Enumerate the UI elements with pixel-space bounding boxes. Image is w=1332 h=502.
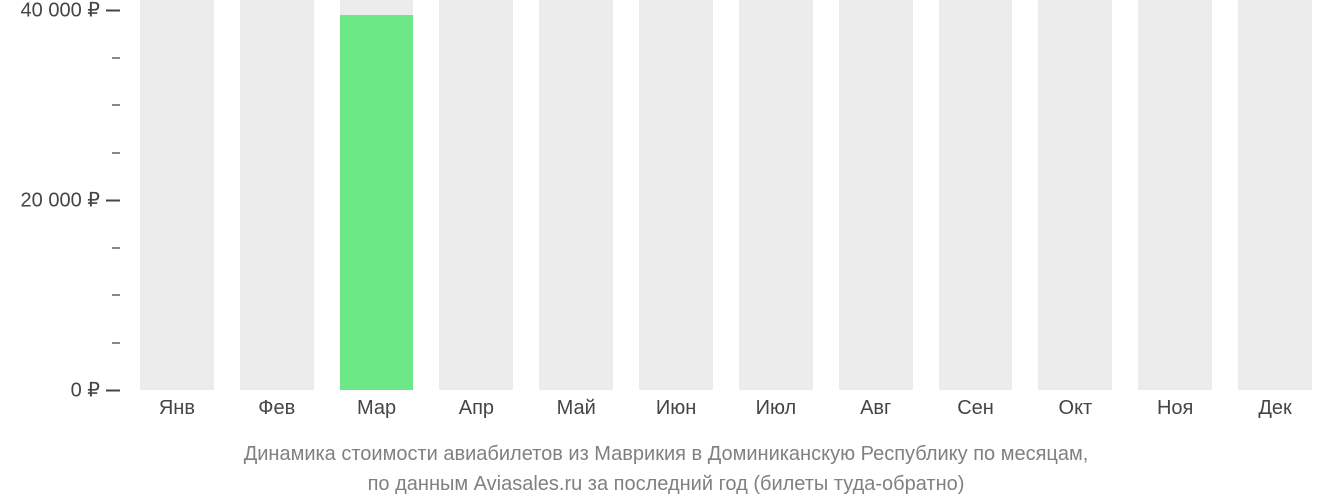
y-axis: 40 000 ₽ 20 000 ₽ 0 ₽ bbox=[0, 0, 130, 390]
plot-area bbox=[130, 0, 1322, 390]
y-tick-label: 20 000 ₽ bbox=[21, 188, 100, 213]
price-chart: 40 000 ₽ 20 000 ₽ 0 ₽ bbox=[0, 0, 1332, 502]
y-tick-minor bbox=[112, 342, 120, 344]
bar-bg bbox=[340, 0, 414, 390]
bar-slot-nov bbox=[1138, 0, 1212, 390]
bar-slot-jul bbox=[739, 0, 813, 390]
tick-mark-icon bbox=[106, 389, 120, 391]
x-label-nov: Ноя bbox=[1138, 397, 1212, 420]
bar-slot-sep bbox=[939, 0, 1013, 390]
bar-bg bbox=[739, 0, 813, 390]
y-tick-20000: 20 000 ₽ bbox=[21, 188, 120, 213]
y-tick-label: 0 ₽ bbox=[71, 378, 100, 403]
bar-slot-jun bbox=[639, 0, 713, 390]
tick-mark-icon bbox=[106, 9, 120, 11]
bar-bg bbox=[639, 0, 713, 390]
bar-bg bbox=[1238, 0, 1312, 390]
y-tick-label: 40 000 ₽ bbox=[21, 0, 100, 23]
bar-slot-oct bbox=[1038, 0, 1112, 390]
bar-bg bbox=[439, 0, 513, 390]
y-tick-minor bbox=[112, 152, 120, 154]
bar-slot-aug bbox=[839, 0, 913, 390]
chart-caption-line2: по данным Aviasales.ru за последний год … bbox=[0, 470, 1332, 499]
bar-bg bbox=[1138, 0, 1212, 390]
x-label-may: Май bbox=[539, 397, 613, 420]
tick-mark-icon bbox=[106, 199, 120, 201]
bar-value-mar bbox=[340, 15, 414, 390]
bar-bg bbox=[539, 0, 613, 390]
bar-slot-jan bbox=[140, 0, 214, 390]
bar-slot-feb bbox=[240, 0, 314, 390]
bar-slot-dec bbox=[1238, 0, 1312, 390]
x-label-dec: Дек bbox=[1238, 397, 1312, 420]
y-tick-minor bbox=[112, 104, 120, 106]
y-tick-minor bbox=[112, 247, 120, 249]
y-tick-minor bbox=[112, 57, 120, 59]
x-label-apr: Апр bbox=[439, 397, 513, 420]
x-label-mar: Мар bbox=[340, 397, 414, 420]
bar-bg bbox=[240, 0, 314, 390]
x-label-aug: Авг bbox=[839, 397, 913, 420]
bar-slot-mar bbox=[340, 0, 414, 390]
x-label-jun: Июн bbox=[639, 397, 713, 420]
x-axis: Янв Фев Мар Апр Май Июн Июл Авг Сен Окт … bbox=[130, 397, 1322, 420]
y-tick-40000: 40 000 ₽ bbox=[21, 0, 120, 23]
bar-slot-apr bbox=[439, 0, 513, 390]
x-label-feb: Фев bbox=[240, 397, 314, 420]
y-tick-0: 0 ₽ bbox=[71, 378, 120, 403]
bar-bg bbox=[140, 0, 214, 390]
bars-group bbox=[130, 0, 1322, 390]
x-label-jul: Июл bbox=[739, 397, 813, 420]
bar-slot-may bbox=[539, 0, 613, 390]
x-label-jan: Янв bbox=[140, 397, 214, 420]
x-label-oct: Окт bbox=[1038, 397, 1112, 420]
y-tick-minor bbox=[112, 294, 120, 296]
x-label-sep: Сен bbox=[939, 397, 1013, 420]
bar-bg bbox=[839, 0, 913, 390]
chart-caption-line1: Динамика стоимости авиабилетов из Маврик… bbox=[0, 440, 1332, 469]
bar-bg bbox=[1038, 0, 1112, 390]
bar-bg bbox=[939, 0, 1013, 390]
